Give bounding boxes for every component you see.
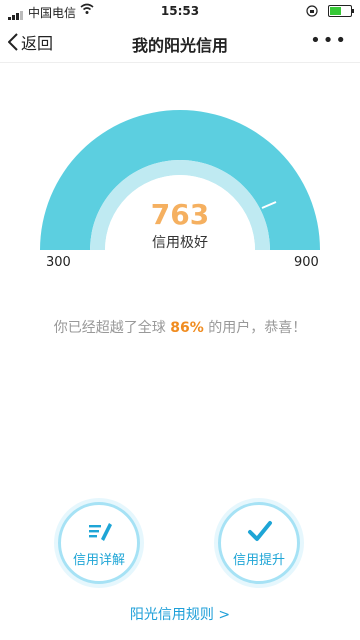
credit-details-label: 信用详解 — [72, 553, 125, 568]
credit-score: 763 — [150, 198, 210, 231]
status-bar: 中国电信 15:53 — [0, 0, 360, 22]
rank-prefix: 你已经超越了全球 — [53, 320, 166, 336]
orientation-lock-icon — [306, 4, 318, 17]
gauge-max-label: 900 — [294, 255, 319, 270]
gauge-min-label: 300 — [46, 255, 71, 270]
status-right — [306, 3, 354, 17]
nav-bar: 返回 我的阳光信用 ••• — [0, 22, 360, 63]
pen-icon — [89, 523, 112, 541]
rank-suffix: 的用户，恭喜！ — [208, 320, 307, 336]
credit-level: 信用极好 — [152, 235, 208, 251]
check-icon — [248, 521, 272, 541]
credit-rules-link[interactable]: 阳光信用规则 > — [0, 604, 360, 624]
credit-improve-label: 信用提升 — [232, 553, 285, 568]
credit-improve-button[interactable]: 信用提升 — [218, 502, 300, 584]
battery-icon — [328, 4, 354, 17]
credit-details-button[interactable]: 信用详解 — [58, 502, 140, 584]
rank-percent: 86% — [170, 320, 204, 336]
more-button[interactable]: ••• — [310, 30, 348, 51]
rank-text: 你已经超越了全球 86% 的用户，恭喜！ — [0, 317, 360, 337]
page-title: 我的阳光信用 — [131, 36, 228, 55]
